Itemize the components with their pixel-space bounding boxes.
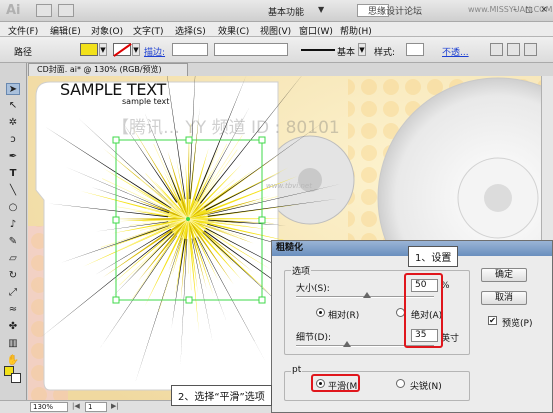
pencil-tool-icon[interactable]: ✎ — [6, 236, 20, 248]
next-page-icon[interactable]: ▶| — [111, 402, 119, 410]
maximize-icon[interactable]: □ — [523, 4, 535, 16]
graph-tool-icon[interactable]: ▥ — [6, 338, 20, 350]
symbol-sprayer-tool-icon[interactable]: ✤ — [6, 321, 20, 333]
recolor-icon[interactable] — [490, 43, 503, 56]
menu-effect[interactable]: 效果(C) — [218, 24, 249, 37]
ellipse-tool-icon[interactable]: ○ — [6, 202, 20, 214]
callout-step-1: 1、设置 — [408, 246, 459, 267]
callout-step-2: 2、选择“平滑”选项 — [171, 385, 272, 406]
rotate-tool-icon[interactable]: ↻ — [6, 270, 20, 282]
menu-select[interactable]: 选择(S) — [175, 24, 206, 37]
transform-icon[interactable] — [524, 43, 537, 56]
direct-selection-tool-icon[interactable]: ↖ — [6, 100, 20, 112]
site-watermark: 思缘设计论坛 — [368, 7, 423, 17]
page-field[interactable]: 1 — [85, 402, 107, 412]
bridge-icon[interactable] — [36, 4, 52, 17]
menu-help[interactable]: 帮助(H) — [340, 24, 372, 37]
preview-label: 预览(P) — [502, 319, 533, 329]
warp-tool-icon[interactable]: ≈ — [6, 304, 20, 316]
fill-dropdown-icon[interactable]: ▼ — [99, 43, 107, 56]
stroke-dropdown-icon[interactable]: ▼ — [132, 43, 140, 56]
relative-label: 相对(R) — [328, 311, 360, 321]
cancel-button[interactable]: 取消 — [481, 291, 527, 305]
stroke-link[interactable]: 描边: — [144, 45, 165, 58]
first-page-icon[interactable]: |◀ — [72, 402, 80, 410]
stroke-swatch[interactable] — [113, 43, 131, 56]
opacity-link[interactable]: 不透... — [442, 45, 469, 58]
options-group-label: 选项 — [291, 264, 312, 277]
detail-slider-thumb[interactable] — [343, 341, 351, 347]
workspace-switcher[interactable]: 基本功能 — [268, 5, 304, 18]
selection-type-label: 路径 — [14, 48, 33, 58]
detail-unit: 英寸 — [441, 334, 460, 344]
chevron-down-icon[interactable]: ▼ — [318, 5, 324, 14]
pen-tool-icon[interactable]: ✒ — [6, 151, 20, 163]
fill-swatch[interactable] — [80, 43, 98, 56]
illustrator-window: Ai 基本功能 ▼ 思缘设计论坛 www.MISSYUAN.COM – □ ✕ … — [0, 0, 553, 413]
magic-wand-tool-icon[interactable]: ✲ — [6, 117, 20, 129]
highlight-smooth — [311, 374, 360, 392]
menu-file[interactable]: 文件(F) — [8, 24, 38, 37]
site-label: www.tbvi.net — [266, 182, 312, 190]
minimize-icon[interactable]: – — [509, 4, 521, 16]
lasso-tool-icon[interactable]: ↄ — [6, 134, 20, 146]
style-swatch[interactable] — [406, 43, 424, 56]
brush-dropdown-icon[interactable]: ▼ — [358, 43, 366, 56]
close-icon[interactable]: ✕ — [538, 4, 550, 16]
preview-checkbox[interactable]: ✔ — [488, 316, 497, 325]
size-slider-thumb[interactable] — [363, 292, 371, 298]
brush-tool-icon[interactable]: ♪ — [6, 219, 20, 231]
title-bar: Ai 基本功能 ▼ 思缘设计论坛 www.MISSYUAN.COM – □ ✕ — [0, 0, 553, 22]
menu-object[interactable]: 对象(O) — [91, 24, 123, 37]
menu-window[interactable]: 窗口(W) — [299, 24, 333, 37]
center-point — [186, 217, 190, 221]
zoom-field[interactable]: 130% — [30, 402, 68, 412]
ok-button[interactable]: 确定 — [481, 268, 527, 282]
app-logo: Ai — [6, 3, 21, 18]
align-icon[interactable] — [507, 43, 520, 56]
tool-panel: ➤ ↖ ✲ ↄ ✒ T ╲ ○ ♪ ✎ ▱ ↻ ⤢ ≈ ✤ ▥ ✋ — [0, 63, 27, 400]
menu-bar: 文件(F) 编辑(E) 对象(O) 文字(T) 选择(S) 效果(C) 视图(V… — [0, 22, 553, 37]
yy-watermark: 【腾讯… YY 频道 ID : 80101 — [112, 118, 340, 138]
relative-radio[interactable] — [316, 308, 325, 317]
style-label: 样式: — [374, 48, 396, 58]
detail-label: 细节(D): — [296, 333, 331, 343]
document-title: CD封面. ai* @ 130% (RGB/预览) — [37, 65, 162, 74]
control-bar: 路径 ▼ ▼ 描边: 基本 ▼ 样式: 不透... — [0, 37, 553, 63]
brush-stroke-preview[interactable] — [301, 49, 335, 51]
stroke-weight-field[interactable] — [172, 43, 208, 56]
arrange-docs-icon[interactable] — [58, 4, 74, 17]
menu-view[interactable]: 视图(V) — [260, 24, 291, 37]
variable-width-field[interactable] — [214, 43, 288, 56]
brush-definition-label: 基本 — [337, 48, 356, 58]
menu-type[interactable]: 文字(T) — [133, 24, 164, 37]
scale-tool-icon[interactable]: ⤢ — [6, 287, 20, 299]
menu-edit[interactable]: 编辑(E) — [50, 24, 81, 37]
selection-tool-icon[interactable]: ➤ — [6, 83, 20, 95]
cd-hole — [484, 184, 512, 212]
sample-subtitle-text: sample text — [122, 97, 170, 106]
eraser-tool-icon[interactable]: ▱ — [6, 253, 20, 265]
type-tool-icon[interactable]: T — [6, 168, 20, 180]
corner-label: 尖锐(N) — [410, 382, 442, 392]
stroke-color-box[interactable] — [11, 373, 21, 383]
highlight-size-detail — [404, 273, 443, 348]
size-label: 大小(S): — [296, 284, 330, 294]
document-tab[interactable]: CD封面. ai* @ 130% (RGB/预览) — [28, 63, 188, 76]
corner-radio[interactable] — [396, 379, 405, 388]
line-tool-icon[interactable]: ╲ — [6, 185, 20, 197]
point-group-label: pt — [291, 365, 303, 375]
